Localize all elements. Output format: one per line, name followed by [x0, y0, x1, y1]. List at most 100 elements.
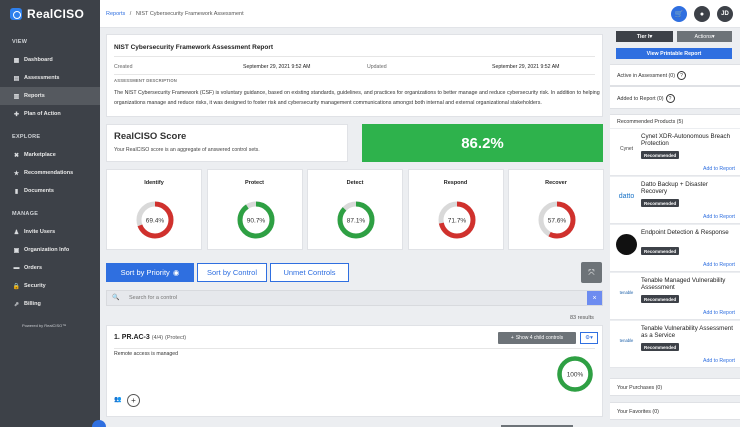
sidebar-item-invite-users[interactable]: ♟ Invite Users	[0, 223, 100, 241]
add-to-report-link[interactable]: Add to Report	[703, 358, 735, 364]
ring-percent-label: 69.4%	[146, 217, 165, 224]
recommended-badge: Recommended	[641, 199, 680, 207]
product-card[interactable]: Cynet Cynet XDR-Autonomous Breach Protect…	[610, 129, 740, 176]
control-title[interactable]: 1. PR.AC-3 (4/4) (Protect)	[114, 334, 186, 341]
search-input[interactable]	[129, 293, 584, 303]
assessment-description: The NIST Cybersecurity Framework (CSF) i…	[114, 90, 600, 106]
function-label: Detect	[346, 180, 364, 186]
bell-icon: ●	[699, 10, 705, 18]
breadcrumb: Reports / NIST Cybersecurity Framework A…	[106, 11, 244, 17]
sidebar-item-dashboard[interactable]: ▦ Dashboard	[0, 51, 100, 69]
sidebar-item-plan-of-action[interactable]: ✚ Plan of Action	[0, 105, 100, 123]
tab-label: Unmet Controls	[283, 268, 336, 277]
control-number: 1. PR.AC-3	[114, 334, 150, 341]
product-name[interactable]: Datto Backup + Disaster Recovery	[641, 181, 735, 195]
topbar: Reports / NIST Cybersecurity Framework A…	[100, 0, 740, 28]
tab-sort-by-control[interactable]: Sort by Control	[197, 263, 267, 282]
function-progress-ring: 57.6%	[538, 201, 576, 239]
tier-dropdown[interactable]: Tier I ▾	[616, 31, 673, 42]
actions-dropdown[interactable]: Actions ▾	[677, 31, 732, 42]
sidebar-item-label: Billing	[24, 301, 41, 307]
tier-label: Tier I	[636, 33, 650, 40]
added-to-report-section[interactable]: Added to Report (0)?	[610, 86, 740, 109]
active-in-assessment-label: Active in Assessment (0)?	[617, 71, 686, 80]
function-label: Protect	[245, 180, 264, 186]
caret-down-icon: ▾	[711, 33, 715, 40]
ring-percent-label: 71.7%	[447, 217, 466, 224]
people-icon[interactable]: 👥	[114, 396, 121, 403]
divider	[114, 56, 595, 57]
sidebar-item-label: Security	[24, 283, 46, 289]
view-printable-report-button[interactable]: View Printable Report	[616, 48, 732, 59]
caret-down-icon: ▾	[649, 33, 653, 40]
sidebar-item-label: Orders	[24, 265, 43, 271]
star-icon: ★	[13, 170, 20, 177]
sidebar-item-label: Recommendations	[24, 170, 74, 176]
control-settings-button[interactable]: ⚙▾	[580, 332, 598, 344]
sidebar-item-organization-info[interactable]: ▣ Organization Info	[0, 241, 100, 259]
clear-search-button[interactable]: ×	[587, 291, 602, 305]
function-label: Identify	[144, 180, 164, 186]
dashboard-icon: ▦	[13, 57, 20, 64]
sidebar-item-assessments[interactable]: ▤ Assessments	[0, 69, 100, 87]
search-icon: 🔍	[112, 295, 120, 301]
product-card[interactable]: tenable Tenable Managed Vulnerability Ass…	[610, 273, 740, 320]
sidebar-item-recommendations[interactable]: ★ Recommendations	[0, 164, 100, 182]
ring-percent-label: 100%	[567, 371, 584, 378]
your-purchases-section[interactable]: Your Purchases (0)	[610, 378, 740, 396]
created-label: Created	[114, 64, 133, 70]
product-name[interactable]: Tenable Managed Vulnerability Assessment	[641, 277, 735, 291]
breadcrumb-reports-link[interactable]: Reports	[106, 11, 125, 17]
help-icon[interactable]: ?	[665, 94, 675, 103]
sidebar-section-title: MANAGE	[12, 211, 39, 217]
recommended-badge: Recommended	[641, 151, 680, 159]
ring-percent-label: 57.6%	[548, 217, 567, 224]
billing-icon: ⇗	[13, 301, 20, 308]
add-to-report-link[interactable]: Add to Report	[703, 166, 735, 172]
sidebar-item-reports[interactable]: ▥ Reports	[0, 87, 100, 105]
control-category: (Protect)	[165, 335, 187, 341]
cart-icon: ▬	[13, 265, 20, 271]
score-title: RealCISO Score	[114, 131, 187, 142]
notifications-button[interactable]: ●	[694, 6, 710, 22]
tab-label: Sort by Priority	[120, 268, 170, 277]
product-card[interactable]: datto Datto Backup + Disaster Recovery Rec…	[610, 177, 740, 224]
tab-unmet-controls[interactable]: Unmet Controls	[270, 263, 349, 282]
your-purchases-label: Your Purchases (0)	[617, 385, 663, 391]
plan-icon: ✚	[13, 111, 20, 118]
add-user-button[interactable]: +	[127, 394, 140, 407]
main-content: NIST Cybersecurity Framework Assessment …	[100, 28, 610, 427]
show-child-controls-button[interactable]: + Show 4 child controls	[498, 332, 576, 344]
add-to-report-link[interactable]: Add to Report	[703, 214, 735, 220]
recommended-products-header: Recommended Products (5)	[610, 114, 740, 128]
product-card[interactable]: Endpoint Detection & Response Recommended…	[610, 225, 740, 272]
add-to-report-link[interactable]: Add to Report	[703, 310, 735, 316]
sidebar-item-marketplace[interactable]: ✖ Marketplace	[0, 146, 100, 164]
sidebar-nav: VIEW ▦ Dashboard ▤ Assessments ▥ Reports ✚ Plan …	[0, 28, 100, 313]
product-name[interactable]: Cynet XDR-Autonomous Breach Protection	[641, 133, 735, 147]
tab-sort-by-priority[interactable]: Sort by Priority ◉	[106, 263, 194, 282]
sidebar-item-label: Dashboard	[24, 57, 53, 63]
sidebar-item-security[interactable]: 🔒 Security	[0, 277, 100, 295]
active-in-assessment-section[interactable]: Active in Assessment (0)?	[610, 64, 740, 86]
function-card-protect: Protect 90.7%	[206, 169, 303, 250]
sidebar-item-orders[interactable]: ▬ Orders	[0, 259, 100, 277]
product-card[interactable]: tenable Tenable Vulnerability Assessment …	[610, 321, 740, 368]
sidebar-item-billing[interactable]: ⇗ Billing	[0, 295, 100, 313]
help-icon[interactable]: ?	[677, 71, 686, 80]
product-name[interactable]: Tenable Vulnerability Assessment as a Se…	[641, 325, 735, 339]
your-favorites-section[interactable]: Your Favorites (0)	[610, 402, 740, 420]
add-to-report-link[interactable]: Add to Report	[703, 262, 735, 268]
recommended-badge: Recommended	[641, 247, 680, 255]
product-name[interactable]: Endpoint Detection & Response	[641, 229, 735, 236]
product-logo-icon: tenable	[616, 282, 637, 303]
sidebar-item-documents[interactable]: ▮ Documents	[0, 182, 100, 200]
app-logo[interactable]: RealCISO	[0, 0, 100, 28]
results-count: 83 results	[570, 315, 594, 321]
recommended-badge: Recommended	[641, 295, 680, 303]
collapse-button[interactable]: ⤧	[581, 262, 602, 283]
ring-percent-label: 87.1%	[347, 217, 366, 224]
cart-button[interactable]: 🛒	[671, 6, 687, 22]
user-avatar[interactable]: JD	[717, 6, 733, 22]
child-button-label: Show 4 child controls	[515, 335, 564, 341]
